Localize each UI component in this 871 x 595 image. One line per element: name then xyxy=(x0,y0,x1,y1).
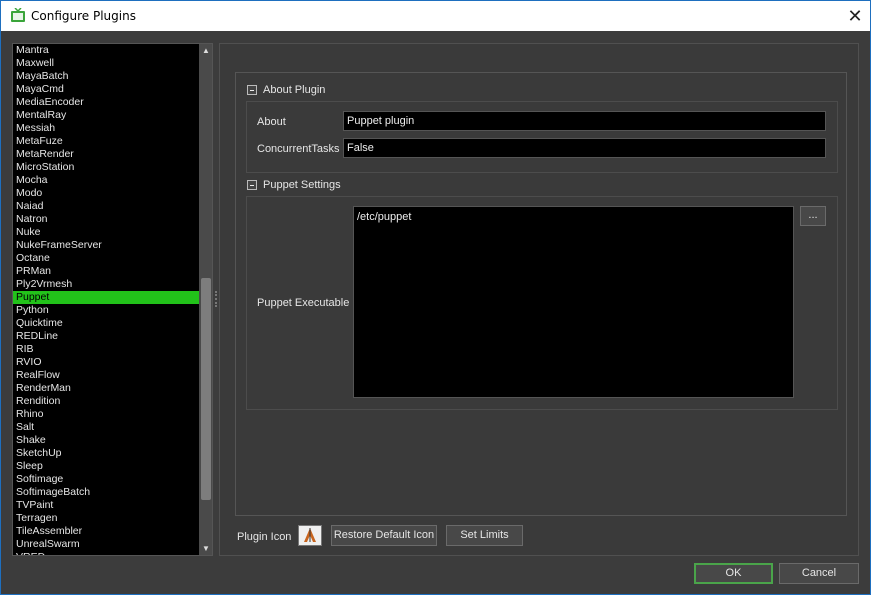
about-plugin-header-label: About Plugin xyxy=(263,84,326,96)
concurrent-tasks-field[interactable]: False xyxy=(343,138,826,158)
dialog-body: Mantra Maxwell MayaBatch MayaCmd MediaEncode… xyxy=(1,31,870,594)
set-limits-button[interactable]: Set Limits xyxy=(446,525,523,546)
scroll-down-arrow-icon[interactable]: ▼ xyxy=(199,542,212,555)
list-item[interactable]: MayaCmd xyxy=(13,83,199,96)
list-item[interactable]: Maxwell xyxy=(13,57,199,70)
scroll-up-arrow-icon[interactable]: ▲ xyxy=(199,44,212,57)
puppet-settings-header-label: Puppet Settings xyxy=(263,179,341,191)
list-item[interactable]: MediaEncoder xyxy=(13,96,199,109)
tv-icon xyxy=(10,7,26,23)
list-item[interactable]: RealFlow xyxy=(13,369,199,382)
collapse-icon[interactable] xyxy=(247,180,257,190)
list-item[interactable]: Rendition xyxy=(13,395,199,408)
list-item[interactable]: TVPaint xyxy=(13,499,199,512)
list-item[interactable]: Sleep xyxy=(13,460,199,473)
list-item[interactable]: Mocha xyxy=(13,174,199,187)
list-item[interactable]: Mantra xyxy=(13,44,199,57)
list-item[interactable]: MicroStation xyxy=(13,161,199,174)
plugin-icon-label: Plugin Icon xyxy=(237,531,292,543)
title-bar: Configure Plugins ✕ xyxy=(1,1,870,31)
list-item[interactable]: REDLine xyxy=(13,330,199,343)
list-item[interactable]: Terragen xyxy=(13,512,199,525)
list-item[interactable]: MayaBatch xyxy=(13,70,199,83)
list-item[interactable]: Puppet xyxy=(13,291,199,304)
list-item[interactable]: Salt xyxy=(13,421,199,434)
puppet-settings-group: Puppet Executable /etc/puppet ... xyxy=(246,196,838,410)
list-item[interactable]: Modo xyxy=(13,187,199,200)
splitter-grip-icon xyxy=(215,291,217,307)
window-title: Configure Plugins xyxy=(31,9,136,23)
restore-default-icon-button[interactable]: Restore Default Icon xyxy=(331,525,437,546)
list-item[interactable]: Python xyxy=(13,304,199,317)
plugin-settings-panel: About Plugin About Puppet plugin Concurr… xyxy=(219,43,859,556)
close-icon[interactable]: ✕ xyxy=(844,5,866,27)
list-item[interactable]: RIB xyxy=(13,343,199,356)
list-item[interactable]: SketchUp xyxy=(13,447,199,460)
about-plugin-group: About Puppet plugin ConcurrentTasks Fals… xyxy=(246,101,838,173)
list-item[interactable]: RVIO xyxy=(13,356,199,369)
ok-button[interactable]: OK xyxy=(694,563,773,584)
browse-button[interactable]: ... xyxy=(800,206,826,226)
list-item[interactable]: Octane xyxy=(13,252,199,265)
list-item[interactable]: Quicktime xyxy=(13,317,199,330)
puppet-settings-header[interactable]: Puppet Settings xyxy=(247,179,341,191)
plugin-list[interactable]: Mantra Maxwell MayaBatch MayaCmd MediaEncode… xyxy=(12,43,213,556)
list-item[interactable]: Ply2Vrmesh xyxy=(13,278,199,291)
plugin-list-items: Mantra Maxwell MayaBatch MayaCmd MediaEncode… xyxy=(13,44,199,555)
scroll-thumb[interactable] xyxy=(201,278,211,500)
list-item[interactable]: NukeFrameServer xyxy=(13,239,199,252)
list-item[interactable]: MetaRender xyxy=(13,148,199,161)
list-item[interactable]: RenderMan xyxy=(13,382,199,395)
list-item[interactable]: Messiah xyxy=(13,122,199,135)
about-label: About xyxy=(257,116,286,128)
list-item[interactable]: UnrealSwarm xyxy=(13,538,199,551)
list-item[interactable]: Shake xyxy=(13,434,199,447)
list-item[interactable]: Natron xyxy=(13,213,199,226)
list-item[interactable]: VRED xyxy=(13,551,199,555)
plugin-icon-button[interactable] xyxy=(298,525,322,546)
list-item[interactable]: PRMan xyxy=(13,265,199,278)
list-item[interactable]: Rhino xyxy=(13,408,199,421)
list-item[interactable]: Nuke xyxy=(13,226,199,239)
settings-inner-panel: About Plugin About Puppet plugin Concurr… xyxy=(235,72,847,516)
puppet-executable-label: Puppet Executable xyxy=(257,297,350,309)
configure-plugins-dialog: Configure Plugins ✕ Mantra Maxwell MayaBat… xyxy=(0,0,871,595)
about-field[interactable]: Puppet plugin xyxy=(343,111,826,131)
list-item[interactable]: Softimage xyxy=(13,473,199,486)
about-plugin-header[interactable]: About Plugin xyxy=(247,84,325,96)
list-item[interactable]: TileAssembler xyxy=(13,525,199,538)
list-item[interactable]: MetaFuze xyxy=(13,135,199,148)
puppet-icon xyxy=(299,526,321,545)
collapse-icon[interactable] xyxy=(247,85,257,95)
list-item[interactable]: MentalRay xyxy=(13,109,199,122)
list-item[interactable]: SoftimageBatch xyxy=(13,486,199,499)
puppet-executable-field[interactable]: /etc/puppet xyxy=(353,206,794,398)
concurrent-tasks-label: ConcurrentTasks xyxy=(257,143,340,155)
list-scrollbar[interactable]: ▲ ▼ xyxy=(199,44,212,555)
list-item[interactable]: Naiad xyxy=(13,200,199,213)
cancel-button[interactable]: Cancel xyxy=(779,563,859,584)
